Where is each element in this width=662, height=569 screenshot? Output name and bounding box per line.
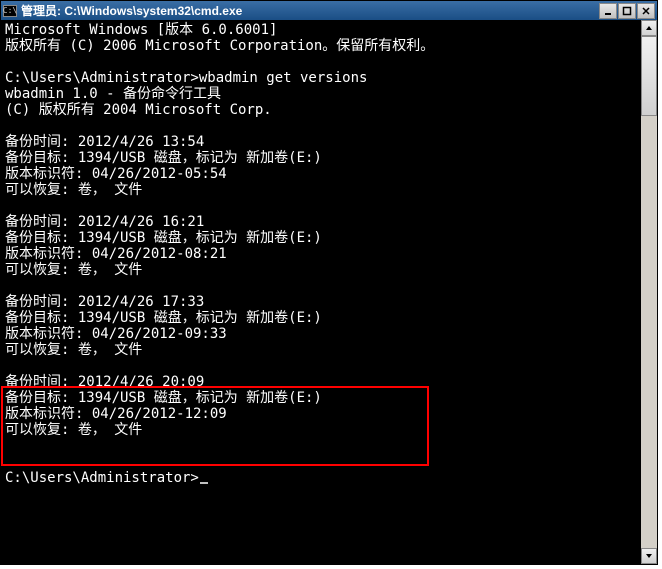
- maximize-button[interactable]: [618, 3, 636, 19]
- output-line: 可以恢复: 卷， 文件: [5, 342, 142, 358]
- output-line: 可以恢复: 卷， 文件: [5, 422, 142, 438]
- output-line: 版本标识符: 04/26/2012-05:54: [5, 166, 227, 182]
- output-line: 版权所有 (C) 2006 Microsoft Corporation。保留所有…: [5, 38, 434, 54]
- minimize-button[interactable]: [599, 3, 617, 19]
- scroll-up-button[interactable]: [641, 20, 657, 36]
- cmd-window: C:\ 管理员: C:\Windows\system32\cmd.exe Mic…: [0, 0, 658, 565]
- window-controls: [598, 3, 655, 19]
- vertical-scrollbar[interactable]: [641, 20, 657, 564]
- output-line: 备份目标: 1394/USB 磁盘，标记为 新加卷(E:): [5, 150, 322, 166]
- output-line: 备份目标: 1394/USB 磁盘，标记为 新加卷(E:): [5, 310, 322, 326]
- output-line: 版本标识符: 04/26/2012-12:09: [5, 406, 227, 422]
- output-line: 可以恢复: 卷， 文件: [5, 262, 142, 278]
- output-line: 可以恢复: 卷， 文件: [5, 182, 142, 198]
- output-line: 备份目标: 1394/USB 磁盘，标记为 新加卷(E:): [5, 390, 322, 406]
- output-line: 备份时间: 2012/4/26 13:54: [5, 134, 204, 150]
- output-line: 备份目标: 1394/USB 磁盘，标记为 新加卷(E:): [5, 230, 322, 246]
- cmd-icon: C:\: [3, 5, 17, 17]
- titlebar: C:\ 管理员: C:\Windows\system32\cmd.exe: [1, 1, 657, 20]
- close-button[interactable]: [637, 3, 655, 19]
- window-title: 管理员: C:\Windows\system32\cmd.exe: [21, 2, 242, 19]
- scroll-thumb[interactable]: [641, 36, 657, 116]
- output-line: C:\Users\Administrator>wbadmin get versi…: [5, 70, 367, 86]
- output-line: 版本标识符: 04/26/2012-09:33: [5, 326, 227, 342]
- output-line: 备份时间: 2012/4/26 20:09: [5, 374, 204, 390]
- cursor: [200, 482, 208, 484]
- output-line: 备份时间: 2012/4/26 17:33: [5, 294, 204, 310]
- terminal-output[interactable]: Microsoft Windows [版本 6.0.6001] 版权所有 (C)…: [1, 20, 641, 564]
- output-line: 版本标识符: 04/26/2012-08:21: [5, 246, 227, 262]
- output-line: wbadmin 1.0 - 备份命令行工具: [5, 86, 221, 102]
- output-line: Microsoft Windows [版本 6.0.6001]: [5, 22, 277, 38]
- prompt-line: C:\Users\Administrator>: [5, 470, 199, 486]
- scroll-down-button[interactable]: [641, 548, 657, 564]
- titlebar-left: C:\ 管理员: C:\Windows\system32\cmd.exe: [3, 2, 242, 19]
- output-line: (C) 版权所有 2004 Microsoft Corp.: [5, 102, 272, 118]
- output-line: 备份时间: 2012/4/26 16:21: [5, 214, 204, 230]
